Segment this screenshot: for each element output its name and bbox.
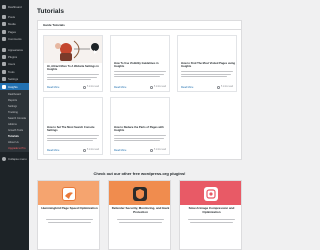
plugin-card-smush[interactable]: Smush Image Compression and Optimization [179, 180, 242, 250]
text-line [181, 76, 227, 78]
sidebar-submenu: Dashboard Reports Settings Tracking Sear… [0, 90, 29, 153]
plugin-title[interactable]: Smush Image Compression and Optimization [182, 206, 241, 215]
plugin-banner [180, 181, 241, 205]
plugin-card-defender[interactable]: Defender Security, Monitoring, and Hack … [108, 180, 171, 250]
tutorial-card[interactable]: How to Find The Most Visited Pages using… [177, 35, 237, 92]
clock-icon [150, 149, 153, 152]
smush-logo-icon [204, 187, 218, 201]
appearance-icon [2, 47, 6, 52]
tutorials-panel: Guide Tutorials Hi, Attract More To A We… [37, 20, 242, 160]
read-more-link[interactable]: Read More [47, 149, 59, 152]
text-line [46, 219, 93, 221]
video-thumbnail[interactable] [44, 36, 102, 63]
text-line [47, 135, 99, 137]
submenu-upgrade-to-pro[interactable]: Upgrade to Pro [0, 145, 29, 151]
play-button[interactable] [91, 43, 99, 54]
tutorial-card[interactable]: Hi, Attract More To A Website Settings i… [43, 35, 103, 92]
text-line [114, 73, 164, 75]
text-line [47, 76, 97, 78]
clock-icon [83, 86, 86, 89]
promo-heading: Check out our other free wordpress.org p… [93, 171, 186, 176]
tools-icon [2, 69, 6, 74]
sidebar-item-settings[interactable]: Settings [0, 76, 29, 83]
text-line [117, 219, 164, 221]
panel-header: Guide Tutorials [38, 21, 241, 30]
plugin-banner [38, 181, 99, 205]
pages-icon [2, 29, 6, 34]
dashboard-icon [2, 4, 6, 9]
plugin-card-hummingbird[interactable]: Hummingbird Page Speed Optimization [37, 180, 100, 250]
text-line [114, 71, 166, 73]
settings-icon [2, 77, 6, 82]
card-title[interactable]: How to Find The Most Visited Pages using… [181, 62, 235, 69]
sidebar-item-media[interactable]: Media [0, 21, 29, 28]
media-icon [2, 22, 6, 27]
collapse-icon [2, 156, 6, 161]
text-line [119, 222, 162, 224]
card-title[interactable]: How To Use Visibility Guidelines in Insi… [114, 62, 168, 69]
sidebar-item-users[interactable]: Users [0, 61, 29, 68]
clock-icon [217, 86, 220, 89]
text-line [47, 79, 91, 81]
read-time: 5 mins read [150, 149, 166, 152]
play-icon [94, 50, 97, 54]
text-line [114, 135, 166, 137]
admin-sidebar: Dashboard Posts Media Pages Comments App… [0, 0, 29, 250]
text-line [181, 73, 231, 75]
sidebar-item-comments[interactable]: Comments [0, 36, 29, 43]
users-icon [2, 62, 6, 67]
tutorial-card[interactable]: How to Set The Most Search Console Setti… [43, 97, 103, 155]
read-more-link[interactable]: Read More [114, 149, 126, 152]
read-time: 5 mins read [83, 86, 99, 89]
sidebar-item-pages[interactable]: Pages [0, 28, 29, 35]
card-title[interactable]: Hi, Attract More To A Website Settings i… [47, 65, 101, 72]
text-line [48, 222, 91, 224]
read-time: 5 mins read [150, 86, 166, 89]
text-line [114, 76, 160, 78]
clock-icon [83, 149, 86, 152]
sidebar-item-appearance[interactable]: Appearance [0, 46, 29, 53]
main-content: Tutorials Guide Tutorials Hi, Attract Mo… [29, 0, 250, 250]
page-title: Tutorials [37, 8, 64, 15]
text-line [47, 74, 99, 76]
card-title[interactable]: How to Set The Most Search Console Setti… [47, 126, 101, 133]
text-line [190, 222, 233, 224]
tutorial-card[interactable]: How to Reduce the Parts of Pages with In… [110, 97, 170, 155]
insights-icon [2, 84, 6, 89]
sidebar-item-insights[interactable]: Insights [0, 82, 29, 91]
clock-icon [150, 86, 153, 89]
sidebar-item-plugins[interactable]: Plugins [0, 53, 29, 60]
text-line [47, 137, 97, 139]
collapse-menu-button[interactable]: Collapse menu [0, 155, 29, 162]
sidebar-item-dashboard[interactable]: Dashboard [0, 3, 29, 10]
text-line [114, 137, 164, 139]
plugin-title[interactable]: Defender Security, Monitoring, and Hack … [111, 206, 170, 215]
read-more-link[interactable]: Read More [47, 86, 59, 89]
plugin-banner [109, 181, 170, 205]
text-line [188, 219, 235, 221]
tutorial-card[interactable]: How To Use Visibility Guidelines in Insi… [110, 35, 170, 92]
text-line [114, 140, 160, 142]
text-line [47, 140, 93, 142]
sidebar-item-tools[interactable]: Tools [0, 68, 29, 75]
read-more-link[interactable]: Read More [181, 86, 193, 89]
plugins-icon [2, 55, 6, 60]
hummingbird-logo-icon [62, 187, 76, 201]
posts-icon [2, 15, 6, 20]
read-more-link[interactable]: Read More [114, 86, 126, 89]
text-line [181, 71, 233, 73]
card-title[interactable]: How to Reduce the Parts of Pages with In… [114, 126, 168, 133]
panel-heading: Guide Tutorials [43, 23, 65, 27]
defender-logo-icon [133, 187, 147, 201]
plugin-title[interactable]: Hummingbird Page Speed Optimization [40, 206, 99, 211]
comments-icon [2, 37, 6, 42]
read-time: 5 mins read [217, 86, 233, 89]
read-time: 5 mins read [83, 149, 99, 152]
sidebar-item-posts[interactable]: Posts [0, 13, 29, 20]
